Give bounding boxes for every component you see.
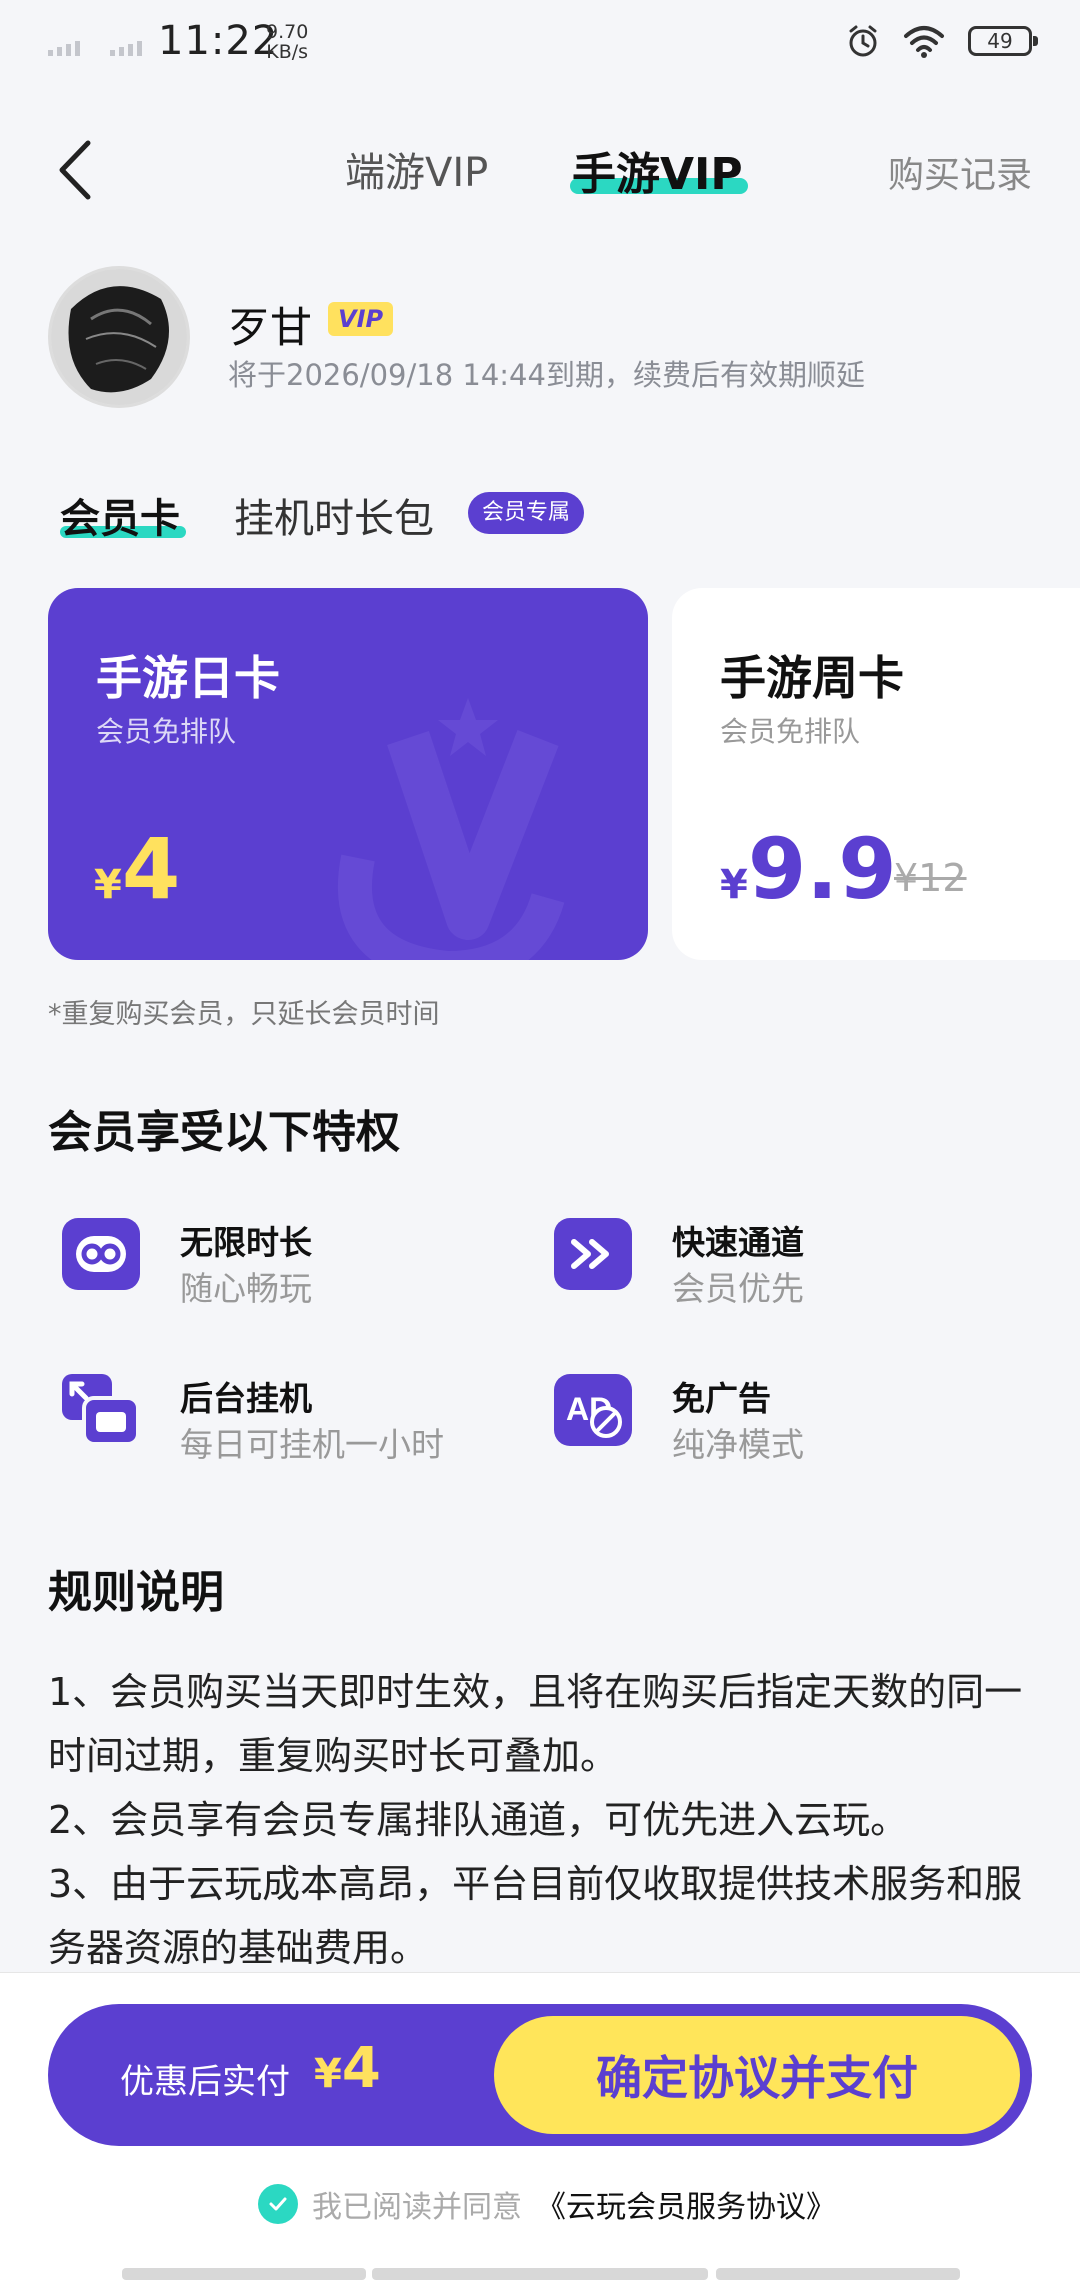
back-arrow-icon[interactable] [52,135,112,205]
expire-text: 将于2026/09/18 14:44到期，续费后有效期顺延 [228,358,865,392]
nav-indicator [716,2268,960,2280]
status-bar: 11:22 9.70 KB/s 49 [0,0,1080,90]
net-speed-unit: KB/s [266,41,309,63]
nav-indicator [122,2268,366,2280]
avatar [48,266,190,408]
net-speed: 9.70 KB/s [266,22,308,62]
vip-watermark-icon [337,698,565,960]
plan-card-week[interactable]: 手游周卡 会员免排队 ¥9.9 ¥12 [672,588,1080,960]
wifi-icon [904,26,944,58]
rules-heading: 规则说明 [48,1567,224,1618]
plan-title: 手游周卡 [720,651,904,705]
privilege-item: AD 免广告 纯净模式 [540,1360,1000,1464]
agreement-row: 我已阅读并同意 《云玩会员服务协议》 [258,2182,836,2226]
currency-symbol: ¥ [94,862,122,908]
no-ads-icon: AD [554,1374,632,1446]
confirm-pay-button[interactable]: 确定协议并支付 [494,2016,1020,2134]
tab-hangup-pack[interactable]: 挂机时长包 [234,486,434,544]
battery-level: 49 [987,29,1013,53]
tab-pc-vip[interactable]: 端游VIP [345,140,488,198]
privilege-desc: 每日可挂机一小时 [180,1425,444,1464]
privilege-desc: 会员优先 [672,1269,804,1308]
privilege-item: 快速通道 会员优先 [540,1204,1000,1308]
price-value: 4 [121,820,181,918]
rules-list: 1、会员购买当天即时生效，且将在购买后指定天数的同一时间过期，重复购买时长可叠加… [48,1660,1038,1980]
privilege-desc: 随心畅玩 [180,1269,312,1308]
background-window-icon [62,1374,140,1446]
agreement-text: 我已阅读并同意 [312,2190,522,2225]
infinity-icon [62,1218,140,1290]
signal-icon [48,36,142,56]
clock: 11:22 [158,18,279,64]
plan-price: ¥4 [94,820,180,918]
username: 歹甘 [228,303,313,352]
battery-icon: 49 [968,26,1038,56]
plan-title: 手游日卡 [96,651,280,705]
original-price: ¥12 [894,856,967,900]
nav-indicator [372,2268,708,2280]
rule-line: 2、会员享有会员专属排队通道，可优先进入云玩。 [48,1798,909,1842]
check-icon[interactable] [258,2184,298,2224]
pay-amount: ¥4 [314,2036,381,2101]
purchase-record-link[interactable]: 购买记录 [888,146,1032,198]
plan-subtitle: 会员免排队 [720,715,861,748]
alarm-icon [849,25,877,57]
privileges-heading: 会员享受以下特权 [48,1107,400,1158]
price-value: 9.9 [747,820,897,918]
fast-forward-icon [554,1218,632,1290]
privilege-title: 后台挂机 [180,1379,312,1418]
privilege-title: 免广告 [672,1379,771,1418]
plan-card-day[interactable]: 手游日卡 会员免排队 ¥4 [48,588,648,960]
status-icons: 49 [846,24,1038,58]
payment-bar: 优惠后实付 ¥4 确定协议并支付 [48,2004,1032,2146]
rule-line: 1、会员购买当天即时生效，且将在购买后指定天数的同一时间过期，重复购买时长可叠加… [48,1670,1023,1778]
currency-symbol: ¥ [720,862,748,908]
tab-member-card[interactable]: 会员卡 [60,486,180,544]
vip-badge: VIP [328,302,394,336]
tab-mobile-vip[interactable]: 手游VIP [572,138,743,202]
net-speed-value: 9.70 [266,21,309,43]
repeat-purchase-note: *重复购买会员，只延长会员时间 [48,999,440,1030]
member-only-badge: 会员专属 [468,492,585,534]
agreement-link[interactable]: 《云玩会员服务协议》 [536,2182,836,2226]
pay-label: 优惠后实付 [120,2062,290,2102]
amount-value: 4 [341,2036,381,2101]
privilege-desc: 纯净模式 [672,1425,804,1464]
plan-subtitle: 会员免排队 [96,715,237,748]
privilege-title: 无限时长 [180,1223,312,1262]
plan-price: ¥9.9 [720,820,897,918]
privilege-item: 后台挂机 每日可挂机一小时 [48,1360,508,1464]
currency-symbol: ¥ [314,2051,342,2097]
privilege-title: 快速通道 [672,1223,804,1262]
rule-line: 3、由于云玩成本高昂，平台目前仅收取提供技术服务和服务器资源的基础费用。 [48,1862,1023,1970]
privilege-item: 无限时长 随心畅玩 [48,1204,508,1308]
